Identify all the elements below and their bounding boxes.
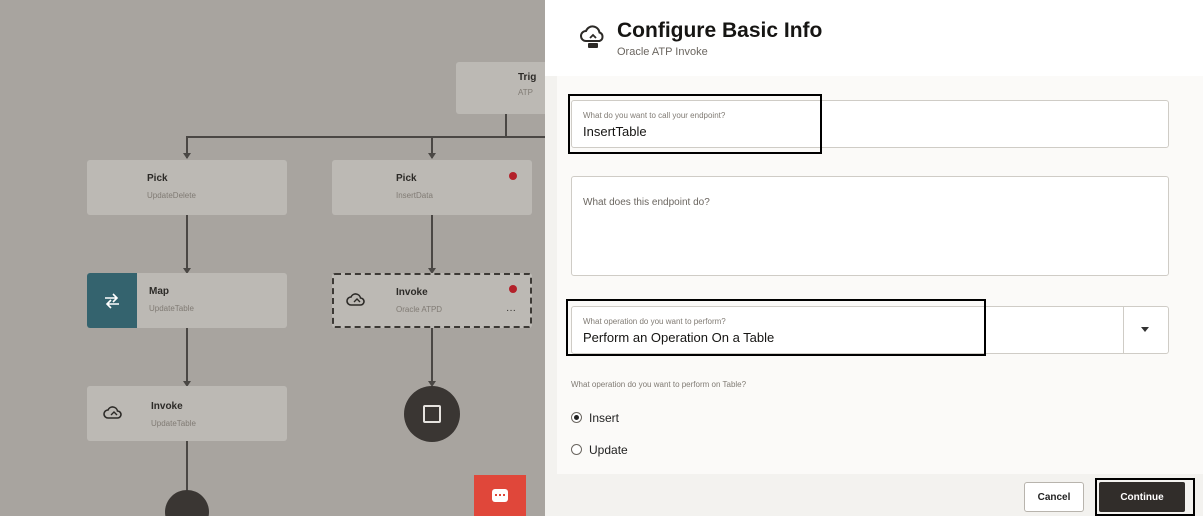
drawer-title: Configure Basic Info xyxy=(617,19,823,42)
map-arrows-icon xyxy=(87,273,137,328)
cloud-invoke-icon xyxy=(101,402,125,426)
dropdown-toggle[interactable] xyxy=(1123,307,1168,353)
invoke-node-subtitle: UpdateTable xyxy=(151,419,196,428)
radio-option-update[interactable]: Update xyxy=(571,441,691,459)
chat-button[interactable] xyxy=(474,475,526,516)
table-operation-label: What operation do you want to perform on… xyxy=(571,380,747,389)
map-node[interactable]: Map UpdateTable xyxy=(87,273,287,328)
radio-option-insert[interactable]: Insert xyxy=(571,409,691,427)
invoke-node-title: Invoke xyxy=(151,401,183,412)
pick-node-title: Pick xyxy=(396,173,417,184)
error-indicator-icon xyxy=(509,285,517,293)
cancel-button[interactable]: Cancel xyxy=(1024,482,1084,512)
pick-node-title: Pick xyxy=(147,173,168,184)
invoke-node-title: Invoke xyxy=(396,287,428,298)
highlight-operation xyxy=(566,299,986,356)
highlight-continue xyxy=(1095,478,1195,516)
drawer-header: Configure Basic Info Oracle ATP Invoke xyxy=(545,0,1203,76)
endpoint-description-textarea[interactable]: What does this endpoint do? xyxy=(571,176,1169,276)
radio-insert-label: Insert xyxy=(589,411,620,425)
trigger-node[interactable]: Trig ATP xyxy=(456,62,545,114)
map-node-subtitle: UpdateTable xyxy=(149,304,194,313)
radio-unselected-icon xyxy=(571,444,582,455)
trigger-node-subtitle: ATP xyxy=(518,88,533,97)
map-node-title: Map xyxy=(149,286,169,297)
pick-node-insert-data[interactable]: Pick InsertData xyxy=(332,160,532,215)
invoke-node-selected[interactable]: Invoke Oracle ATPD ··· xyxy=(332,273,532,328)
stop-square-icon xyxy=(423,405,441,423)
pick-node-update-delete[interactable]: Pick UpdateDelete xyxy=(87,160,287,215)
cloud-invoke-icon xyxy=(344,289,368,313)
error-indicator-icon xyxy=(509,172,517,180)
chat-bubble-icon xyxy=(492,489,508,502)
more-actions-icon[interactable]: ··· xyxy=(506,305,516,316)
pick-node-subtitle: UpdateDelete xyxy=(147,191,196,200)
integration-canvas[interactable]: Trig ATP Pick UpdateDelete Pick InsertDa… xyxy=(0,0,545,516)
drawer-subtitle: Oracle ATP Invoke xyxy=(617,46,708,58)
endpoint-description-placeholder: What does this endpoint do? xyxy=(583,197,710,208)
radio-update-label: Update xyxy=(589,443,628,457)
end-node[interactable] xyxy=(404,386,460,442)
end-node[interactable] xyxy=(165,490,209,516)
caret-down-icon xyxy=(1141,327,1149,332)
invoke-node-subtitle: Oracle ATPD xyxy=(396,305,443,314)
configure-drawer: Configure Basic Info Oracle ATP Invoke W… xyxy=(545,0,1203,516)
highlight-endpoint-name xyxy=(568,94,822,154)
trigger-node-title: Trig xyxy=(518,72,537,83)
radio-selected-icon xyxy=(571,412,582,423)
pick-node-subtitle: InsertData xyxy=(396,191,433,200)
cloud-invoke-icon xyxy=(579,24,607,48)
invoke-node-update-table[interactable]: Invoke UpdateTable xyxy=(87,386,287,441)
